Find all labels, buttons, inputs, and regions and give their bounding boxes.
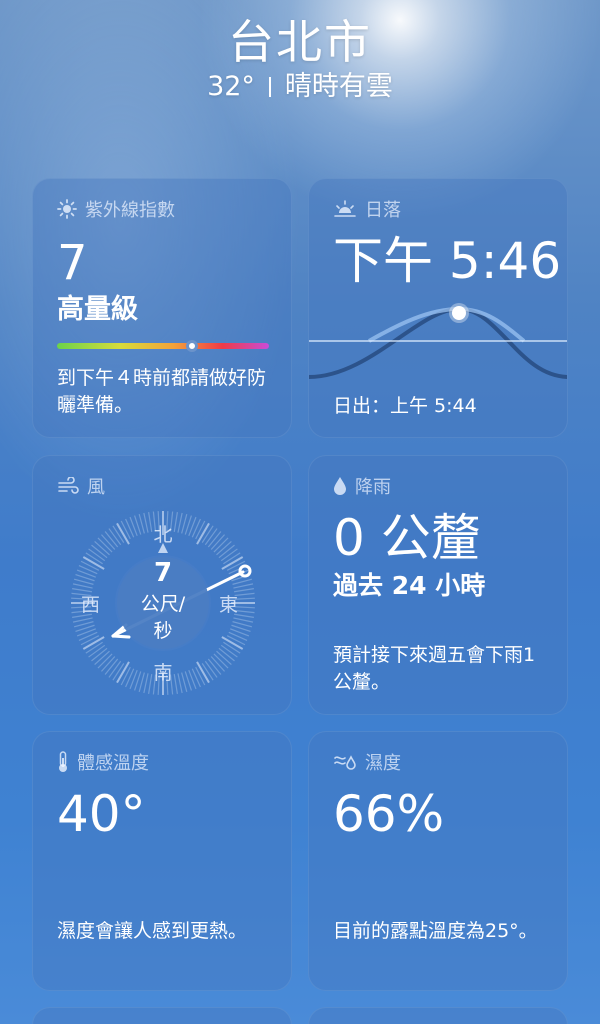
compass-tick xyxy=(125,518,135,538)
sunset-icon xyxy=(334,200,356,217)
compass-tick xyxy=(213,537,229,553)
sun-path-graph xyxy=(309,303,567,379)
rain-card-title: 降雨 xyxy=(355,477,391,498)
compass-tick xyxy=(195,666,206,686)
compass-tick xyxy=(91,544,108,559)
sunset-time: 下午 5:46 xyxy=(333,232,562,290)
compass-tick xyxy=(94,650,110,666)
compass-tick xyxy=(177,512,183,533)
uv-description: 到下午４時前都請做好防曬準備。 xyxy=(57,367,267,416)
humidity-card[interactable]: 濕度 66% 目前的露點溫度為25°。 xyxy=(308,731,568,991)
sunset-card-title: 日落 xyxy=(365,200,401,221)
compass-tick xyxy=(210,656,226,672)
compass-tick xyxy=(213,653,229,669)
wind-speed-unit-2: 秒 xyxy=(153,620,173,642)
feels-like-card[interactable]: 體感溫度 40° 濕度會讓人感到更熱。 xyxy=(32,731,292,991)
feels-like-description: 濕度會讓人感到更熱。 xyxy=(57,920,248,942)
compass-tick xyxy=(191,668,201,688)
compass-tick xyxy=(125,668,135,688)
rain-description: 預計接下來週五會下雨1公釐。 xyxy=(333,644,536,693)
current-temperature: 32° xyxy=(207,71,255,102)
compass-tick xyxy=(204,660,218,678)
compass-tick xyxy=(108,528,122,546)
compass-tick xyxy=(177,673,183,694)
weather-condition: 晴時有雲 xyxy=(284,71,393,102)
compass-tick xyxy=(195,520,206,540)
compass-tick xyxy=(207,658,222,675)
uv-card-header: 紫外線指數 xyxy=(57,197,175,221)
feels-like-card-title: 體感溫度 xyxy=(77,753,149,774)
current-conditions: 32° 晴時有雲 xyxy=(0,70,600,104)
compass-tick xyxy=(220,644,238,658)
compass-tick xyxy=(207,531,222,548)
compass-tick xyxy=(104,658,119,675)
sun-icon xyxy=(57,199,77,219)
humidity-value: 66% xyxy=(333,785,445,843)
feels-like-value: 40° xyxy=(57,785,146,843)
compass-tick xyxy=(143,673,149,694)
compass-tick xyxy=(94,540,110,556)
sunrise-time: 日出：上午 5:44 xyxy=(333,395,477,417)
compass-tick xyxy=(91,647,108,662)
compass-tick xyxy=(216,650,232,666)
sunset-card[interactable]: 日落 下午 5:46 日出：上午 5:44 xyxy=(308,178,568,438)
wind-speed-unit-1: 公尺/ xyxy=(140,593,186,615)
separator xyxy=(268,77,271,97)
humidity-icon xyxy=(334,755,356,770)
uv-scale-indicator xyxy=(185,340,198,352)
compass-tick xyxy=(104,531,119,548)
uv-index-card[interactable]: 紫外線指數 7 高量級 到下午４時前都請做好防曬準備。 xyxy=(32,178,292,438)
compass-tick xyxy=(88,644,106,658)
compass-tick xyxy=(191,518,201,538)
compass-tick xyxy=(218,544,235,559)
thermometer-icon xyxy=(59,751,67,772)
compass-tick xyxy=(216,540,232,556)
humidity-description: 目前的露點溫度為25°。 xyxy=(333,920,538,942)
compass-tick xyxy=(97,653,113,669)
compass-tick xyxy=(204,528,218,546)
humidity-card-header: 濕度 xyxy=(333,750,401,774)
feels-like-card-header: 體感溫度 xyxy=(57,750,149,774)
raindrop-icon xyxy=(334,477,346,495)
sun-position-marker xyxy=(452,306,466,320)
uv-scale-bar xyxy=(57,343,269,349)
wind-card[interactable]: 風 北 南 西 東 7 公尺/ 秒 xyxy=(32,455,292,715)
compass-tick xyxy=(143,512,149,533)
compass-tick xyxy=(100,534,116,550)
compass-north: 北 xyxy=(153,524,173,546)
next-card-left[interactable] xyxy=(32,1007,292,1024)
rain-period: 過去 24 小時 xyxy=(333,571,486,600)
uv-level: 高量級 xyxy=(57,294,138,325)
uv-value: 7 xyxy=(57,235,88,291)
city-name: 台北市 xyxy=(228,15,372,69)
compass-tick xyxy=(108,660,122,678)
compass-tick xyxy=(100,656,116,672)
rainfall-card[interactable]: 降雨 0 公釐 過去 24 小時 預計接下來週五會下雨1公釐。 xyxy=(308,455,568,715)
compass-tick xyxy=(97,537,113,553)
uv-card-title: 紫外線指數 xyxy=(85,200,175,221)
wind-card-header: 風 xyxy=(57,474,105,498)
sunset-card-header: 日落 xyxy=(333,197,401,221)
wind-icon xyxy=(58,477,79,494)
rain-card-header: 降雨 xyxy=(333,474,391,498)
wind-speed-value: 7 xyxy=(153,558,173,588)
compass-tick xyxy=(120,666,131,686)
next-card-right[interactable] xyxy=(308,1007,568,1024)
compass-tick xyxy=(210,534,226,550)
location-header: 台北市 32° 晴時有雲 xyxy=(0,14,600,104)
humidity-card-title: 濕度 xyxy=(365,753,401,774)
compass-tick xyxy=(218,647,235,662)
rain-amount: 0 公釐 xyxy=(333,509,481,567)
compass-tick xyxy=(120,520,131,540)
compass-south: 南 xyxy=(153,662,173,684)
